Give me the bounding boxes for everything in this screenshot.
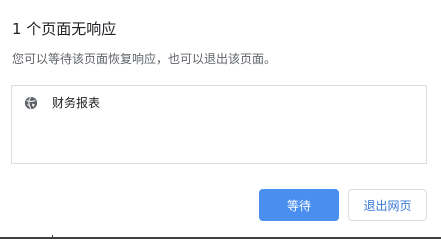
background-window-edge <box>0 237 441 239</box>
dialog-message: 您可以等待该页面恢复响应，也可以退出该页面。 <box>12 52 277 66</box>
unresponsive-page-list: 财务报表 <box>11 85 427 164</box>
dialog-title: 1 个页面无响应 <box>12 20 117 38</box>
unresponsive-page-dialog: 1 个页面无响应 您可以等待该页面恢复响应，也可以退出该页面。 财务报表 等待 … <box>0 0 441 237</box>
list-item: 财务报表 <box>24 94 100 112</box>
globe-icon <box>24 96 38 110</box>
exit-page-button[interactable]: 退出网页 <box>348 189 427 221</box>
background-window-divider <box>52 235 53 239</box>
wait-button[interactable]: 等待 <box>259 189 339 221</box>
page-title-label: 财务报表 <box>52 96 101 110</box>
